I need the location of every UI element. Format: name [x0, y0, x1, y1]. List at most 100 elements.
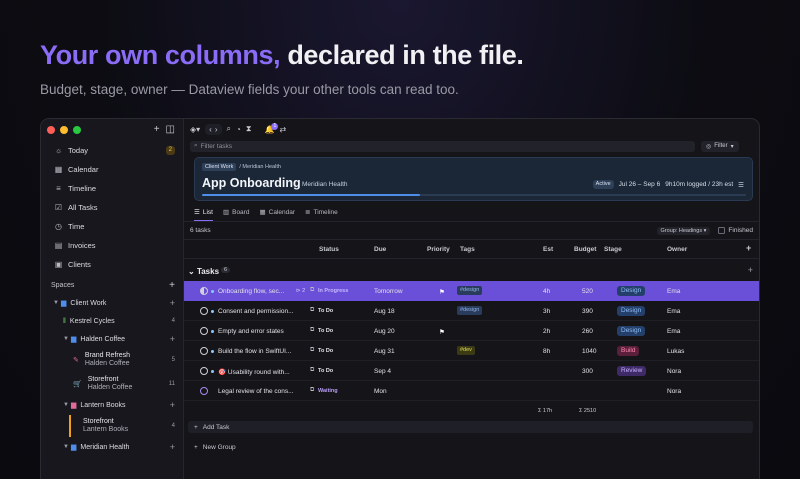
finished-checkbox[interactable] [718, 227, 726, 234]
spaces-header: Spaces + [41, 277, 183, 294]
subtask-count: ⊳ 2 [296, 287, 306, 294]
column-priority[interactable]: Priority [427, 246, 450, 253]
column-owner[interactable]: Owner [667, 246, 687, 253]
owner-name: Ema [667, 307, 681, 315]
finished-toggle[interactable]: Finished [718, 227, 753, 234]
plus-icon[interactable]: + [170, 334, 175, 344]
filter-button[interactable]: ◎ Filter ▾ [701, 140, 739, 152]
breadcrumb-folder[interactable]: / Meridian Health [239, 164, 281, 170]
breadcrumb: Client Work / Meridian Health [202, 163, 281, 171]
table-row[interactable]: Build the flow in SwiftUI... ⧉ To Do Aug 31… [184, 341, 759, 361]
space-client-work[interactable]: ▼ ▆ Client Work + [41, 294, 183, 312]
folder-icon: ▆ [61, 300, 67, 307]
column-stage[interactable]: Stage [604, 246, 622, 253]
plus-icon: + [194, 443, 198, 451]
table-row[interactable]: 🎯 Usability round with... ⧉ To Do Sep 4 300 R… [184, 361, 759, 381]
column-status[interactable]: Status [319, 246, 339, 253]
breadcrumb-space[interactable]: Client Work [202, 163, 237, 171]
app-window: + ◫ ☼ Today 2 ▦ Calendar ≡ Timeline ☑ Al… [40, 118, 760, 479]
column-budget[interactable]: Budget [574, 246, 596, 253]
chevron-down-icon: ▼ [63, 336, 69, 342]
task-checkbox[interactable] [200, 347, 208, 355]
hero-title: Your own columns, declared in the file. [40, 40, 524, 71]
sidebar-item-time[interactable]: ◷ Time [41, 217, 183, 236]
folder-meridian-health[interactable]: ▼ ▆ Meridian Health + [41, 438, 183, 456]
search-icon[interactable]: ⌕ [227, 124, 231, 134]
sidebar-toggle-icon[interactable]: ◫ [166, 124, 175, 136]
project-subtitle: Lantern Books [83, 426, 129, 433]
project-kestrel-cycles[interactable]: ‖ Kestrel Cycles 4 [41, 312, 183, 330]
task-checkbox[interactable] [200, 307, 208, 315]
sidebar: + ◫ ☼ Today 2 ▦ Calendar ≡ Timeline ☑ Al… [41, 119, 184, 479]
sidebar-item-timeline[interactable]: ≡ Timeline [41, 179, 183, 198]
sidebar-item-calendar[interactable]: ▦ Calendar [41, 160, 183, 179]
group-select-value: Group: Headings [660, 227, 703, 234]
est-value: 4h [543, 287, 551, 295]
board-icon: ▥ [222, 209, 230, 216]
minimize-window-button[interactable] [60, 126, 68, 134]
plus-icon[interactable]: + [748, 265, 753, 275]
bell-icon[interactable]: 🔔 1 [264, 122, 279, 134]
sync-icon[interactable]: ⇄ [279, 125, 286, 134]
task-checkbox[interactable] [200, 287, 208, 295]
tab-list[interactable]: ☰ List [194, 203, 213, 221]
layers-icon[interactable]: ◈▾ [190, 125, 200, 134]
new-group-button[interactable]: + New Group [184, 437, 759, 457]
project-subtitle: Halden Coffee [84, 360, 130, 367]
add-space-icon[interactable]: + [169, 280, 175, 292]
totals-row: Σ 17h Σ 2510 [184, 401, 759, 421]
plus-icon[interactable]: + [170, 400, 175, 410]
sidebar-item-all-tasks[interactable]: ☑ All Tasks [41, 198, 183, 217]
folder-icon: ▆ [71, 444, 77, 451]
column-tags[interactable]: Tags [460, 246, 475, 253]
owner-name: Nora [667, 387, 682, 395]
filter-input[interactable]: ⌕ Filter tasks [190, 140, 695, 152]
task-checkbox[interactable] [200, 387, 208, 395]
tag-chip: #design [457, 306, 483, 315]
owner-name: Lukas [667, 347, 685, 355]
back-icon[interactable]: ‹ [209, 125, 212, 134]
menu-icon[interactable]: ☰ [738, 181, 744, 189]
forward-icon[interactable]: › [215, 125, 218, 134]
page-title: App Onboarding [202, 176, 301, 190]
task-checkbox[interactable] [200, 367, 208, 375]
project-storefront-halden[interactable]: 🛒 Storefront Halden Coffee 11 [41, 372, 183, 396]
sidebar-item-invoices[interactable]: ▤ Invoices [41, 236, 183, 255]
folder-lantern-books[interactable]: ▼ ▆ Lantern Books + [41, 396, 183, 414]
section-title[interactable]: ⌄ Tasks [188, 267, 219, 276]
hourglass-icon[interactable]: ⧗ [246, 124, 252, 134]
table-row[interactable]: Legal review of the cons... ⧉ Waiting Mon No… [184, 381, 759, 401]
sidebar-item-today[interactable]: ☼ Today 2 [41, 141, 183, 160]
plus-icon[interactable]: + [154, 124, 160, 136]
chevron-down-icon: ▼ [63, 402, 69, 408]
plus-icon[interactable]: + [170, 298, 175, 308]
tab-calendar[interactable]: ▦ Calendar [259, 203, 295, 221]
timer-icon[interactable]: ◔ [236, 125, 241, 134]
tab-timeline[interactable]: ≣ Timeline [305, 203, 338, 221]
plus-icon[interactable]: + [170, 442, 175, 452]
project-header: Client Work / Meridian Health App Onboar… [194, 157, 753, 201]
due-date: Mon [374, 387, 387, 395]
est-value: 3h [543, 307, 551, 315]
close-window-button[interactable] [47, 126, 55, 134]
table-row[interactable]: Onboarding flow, sec... ⊳ 2 ⧉ In Progress To… [184, 281, 759, 301]
tab-board[interactable]: ▥ Board [223, 203, 250, 221]
column-header: Status Due Priority Tags Est Budget Stag… [184, 239, 759, 259]
zoom-window-button[interactable] [73, 126, 81, 134]
column-due[interactable]: Due [374, 246, 386, 253]
sidebar-item-clients[interactable]: ▣ Clients [41, 255, 183, 274]
table-row[interactable]: Consent and permission... ⧉ To Do Aug 18 #de… [184, 301, 759, 321]
column-est[interactable]: Est [543, 246, 553, 253]
notification-badge: 1 [271, 122, 279, 130]
folder-halden-coffee[interactable]: ▼ ▆ Halden Coffee + [41, 330, 183, 348]
sidebar-item-label: Clients [68, 260, 91, 269]
project-brand-refresh[interactable]: ✎ Brand Refresh Halden Coffee 5 [41, 348, 183, 372]
group-select[interactable]: Group: Headings ▾ [656, 226, 711, 235]
project-storefront-lantern[interactable]: Storefront Lantern Books 4 [41, 414, 183, 438]
folder-label: Lantern Books [80, 401, 126, 409]
add-task-button[interactable]: + Add Task [188, 421, 753, 433]
task-checkbox[interactable] [200, 327, 208, 335]
table-row[interactable]: Empty and error states ⧉ To Do Aug 20 ⚑ 2h 260… [184, 321, 759, 341]
add-column-icon[interactable]: + [746, 243, 751, 253]
task-title: 🎯 Usability round with... [218, 368, 290, 376]
